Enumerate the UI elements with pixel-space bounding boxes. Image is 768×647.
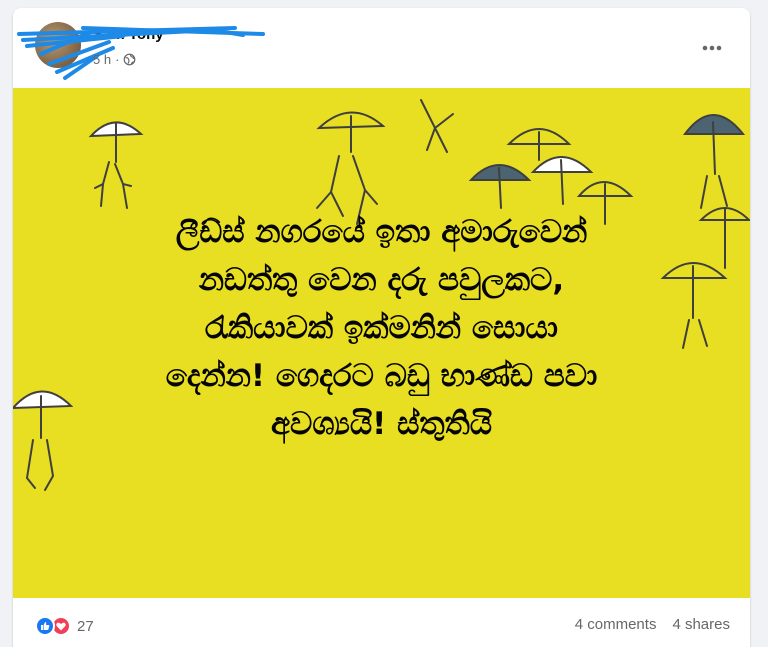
post-text: ලීඩ්ස් නගරයේ ඉතා අමාරුවෙන් නඩත්තු වෙන දර… (165, 214, 598, 442)
redaction-scribble (17, 26, 265, 80)
post-stats: 4 comments 4 shares (575, 616, 730, 633)
shares-count-link[interactable]: 4 shares (672, 616, 730, 633)
reaction-count: 27 (77, 617, 94, 635)
post-footer: 27 4 comments 4 shares (13, 598, 750, 647)
post-header: Sam Tony 5 h · (13, 8, 750, 88)
post-timestamp[interactable]: 5 h (93, 52, 111, 67)
thumbs-up-icon (41, 622, 50, 630)
meta-separator: · (115, 52, 120, 67)
post-meta: 5 h · (93, 52, 136, 67)
like-icon (35, 616, 55, 636)
post-image[interactable]: ලීඩ්ස් නගරයේ ඉතා අමාරුවෙන් නඩත්තු වෙන දර… (13, 88, 750, 598)
post-card: Sam Tony 5 h · ලීඩ්ස් නගරයේ ඉතා අමාරුවෙන… (13, 8, 750, 647)
more-options-button[interactable] (694, 30, 730, 66)
comments-count-link[interactable]: 4 comments (575, 616, 657, 633)
more-options-icon (702, 45, 722, 51)
reactions-summary[interactable]: 27 (35, 616, 94, 636)
heart-icon (56, 622, 66, 630)
globe-icon[interactable] (123, 53, 136, 66)
